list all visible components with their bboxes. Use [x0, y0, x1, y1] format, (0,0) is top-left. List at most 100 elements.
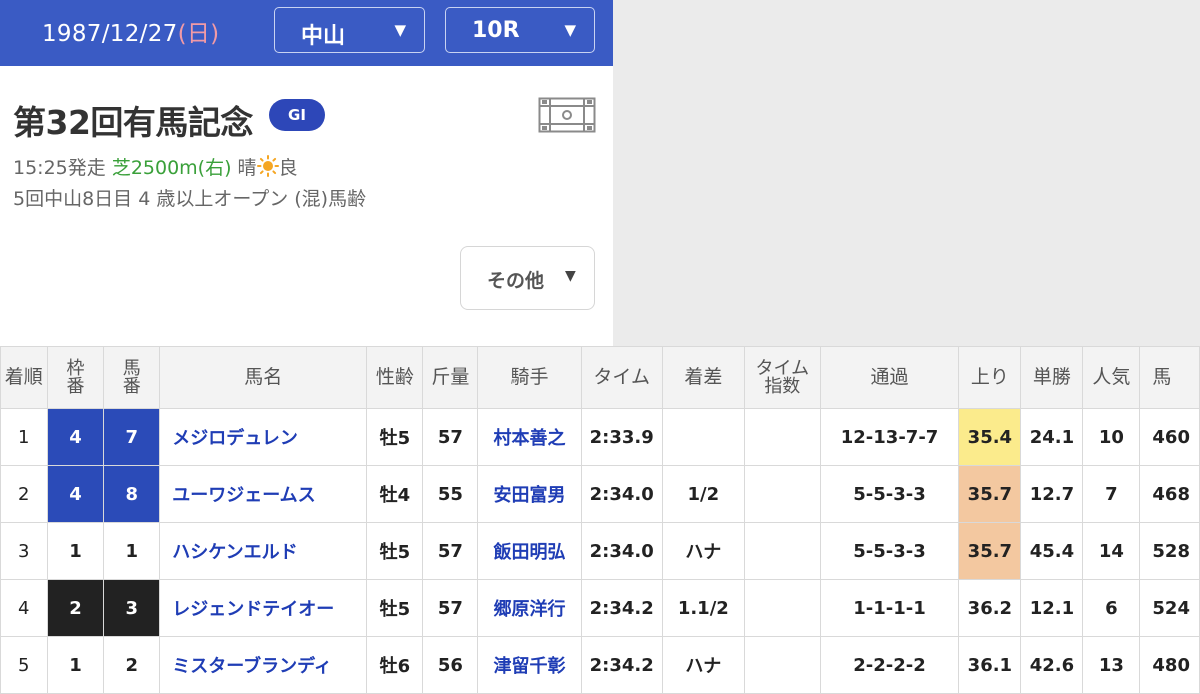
jockey-link[interactable]: 飯田明弘	[477, 522, 582, 580]
venue-value: 中山	[301, 24, 346, 49]
race-selector-bar: 1987/12/27(日) 中山 ▼ 10R ▼	[0, 0, 613, 66]
meeting-info: 5回中山8日目 4 歳以上オープン (混)馬齢	[13, 188, 367, 210]
chevron-down-icon: ▼	[565, 268, 576, 284]
horse-name-link[interactable]: メジロデュレン	[159, 408, 368, 466]
horse-name-link[interactable]: レジェンドテイオー	[159, 579, 368, 637]
rank-cell: 3	[0, 522, 48, 580]
weight-cell: 57	[422, 579, 479, 637]
body-weight-cell: 528	[1139, 522, 1200, 580]
results-table: 着順 枠番 馬番 馬名 性齢 斤量 騎手 タイム 着差 タイム 指数 通過 上り …	[0, 346, 1200, 694]
umaban-cell: 2	[103, 636, 161, 694]
weight-cell: 57	[422, 522, 479, 580]
jockey-link[interactable]: 安田富男	[477, 465, 582, 523]
passing-cell: 12-13-7-7	[819, 408, 960, 466]
grade-badge: GI	[269, 99, 325, 131]
odds-cell: 12.1	[1020, 579, 1084, 637]
waku-cell: 1	[46, 522, 105, 580]
passing-cell: 5-5-3-3	[819, 465, 960, 523]
race-number-select[interactable]: 10R ▼	[445, 7, 595, 53]
col-waku[interactable]: 枠番	[46, 346, 105, 409]
col-umaban[interactable]: 馬番	[103, 346, 161, 409]
time-cell: 2:34.2	[580, 579, 663, 637]
passing-cell: 1-1-1-1	[819, 579, 960, 637]
odds-cell: 12.7	[1020, 465, 1084, 523]
margin-cell	[661, 408, 745, 466]
time-cell: 2:34.0	[580, 465, 663, 523]
table-row[interactable]: 4 2 3 レジェンドテイオー 牡5 57 郷原洋行 2:34.2 1.1/2 1-1-1-1 36…	[0, 579, 1200, 637]
col-passing[interactable]: 通過	[819, 346, 960, 409]
rank-cell: 4	[0, 579, 48, 637]
other-menu-button[interactable]: その他 ▼	[460, 246, 595, 310]
margin-cell: ハナ	[661, 636, 745, 694]
col-weight[interactable]: 斤量	[422, 346, 479, 409]
venue-select[interactable]: 中山 ▼	[274, 7, 425, 53]
umaban-cell: 3	[103, 579, 161, 637]
rank-cell: 1	[0, 408, 48, 466]
col-popularity[interactable]: 人気	[1082, 346, 1141, 409]
odds-cell: 24.1	[1020, 408, 1084, 466]
sex-age-cell: 牡5	[366, 408, 424, 466]
last3f-cell: 35.7	[958, 465, 1022, 523]
chevron-down-icon: ▼	[394, 21, 406, 39]
time-index-cell	[743, 579, 821, 637]
race-number-value: 10R	[472, 18, 520, 43]
col-last3f[interactable]: 上り	[958, 346, 1022, 409]
margin-cell: ハナ	[661, 522, 745, 580]
col-horse[interactable]: 馬名	[159, 346, 368, 409]
jockey-link[interactable]: 村本善之	[477, 408, 582, 466]
sex-age-cell: 牡4	[366, 465, 424, 523]
race-conditions: 15:25発走 芝2500m(右) 晴 良	[13, 153, 298, 180]
horse-name-link[interactable]: ミスターブランディ	[159, 636, 368, 694]
margin-cell: 1/2	[661, 465, 745, 523]
table-row[interactable]: 5 1 2 ミスターブランディ 牡6 56 津留千彰 2:34.2 ハナ 2-2-2-2 36.1 4…	[0, 636, 1200, 694]
table-row[interactable]: 3 1 1 ハシケンエルド 牡5 57 飯田明弘 2:34.0 ハナ 5-5-3-3 35.7 45.…	[0, 522, 1200, 580]
going: 良	[278, 157, 298, 179]
table-row[interactable]: 1 4 7 メジロデュレン 牡5 57 村本善之 2:33.9 12-13-7-7 35.4 24.…	[0, 408, 1200, 466]
race-title: 第32回有馬記念	[13, 103, 253, 142]
rank-cell: 5	[0, 636, 48, 694]
rank-cell: 2	[0, 465, 48, 523]
waku-cell: 1	[46, 636, 105, 694]
col-time[interactable]: タイム	[580, 346, 663, 409]
time-cell: 2:34.2	[580, 636, 663, 694]
horse-name-link[interactable]: ハシケンエルド	[159, 522, 368, 580]
weight-cell: 56	[422, 636, 479, 694]
last3f-cell: 36.1	[958, 636, 1022, 694]
odds-cell: 42.6	[1020, 636, 1084, 694]
sex-age-cell: 牡6	[366, 636, 424, 694]
start-time: 15:25発走	[13, 157, 106, 179]
weight-cell: 57	[422, 408, 479, 466]
col-odds[interactable]: 単勝	[1020, 346, 1084, 409]
waku-cell: 4	[46, 408, 105, 466]
sex-age-cell: 牡5	[366, 579, 424, 637]
time-index-cell	[743, 465, 821, 523]
sex-age-cell: 牡5	[366, 522, 424, 580]
col-jockey[interactable]: 騎手	[477, 346, 582, 409]
body-weight-cell: 460	[1139, 408, 1200, 466]
time-cell: 2:33.9	[580, 408, 663, 466]
date-text: 1987/12/27	[42, 21, 178, 47]
waku-cell: 4	[46, 465, 105, 523]
col-time-index[interactable]: タイム 指数	[743, 346, 821, 409]
popularity-cell: 13	[1082, 636, 1141, 694]
passing-cell: 2-2-2-2	[819, 636, 960, 694]
film-icon[interactable]	[538, 97, 596, 133]
weight-cell: 55	[422, 465, 479, 523]
jockey-link[interactable]: 郷原洋行	[477, 579, 582, 637]
popularity-cell: 6	[1082, 579, 1141, 637]
horse-name-link[interactable]: ユーワジェームス	[159, 465, 368, 523]
last3f-cell: 35.4	[958, 408, 1022, 466]
body-weight-cell: 524	[1139, 579, 1200, 637]
day-of-week: (日)	[177, 21, 220, 47]
col-rank[interactable]: 着順	[0, 346, 48, 409]
jockey-link[interactable]: 津留千彰	[477, 636, 582, 694]
odds-cell: 45.4	[1020, 522, 1084, 580]
col-sex-age[interactable]: 性齢	[366, 346, 424, 409]
popularity-cell: 10	[1082, 408, 1141, 466]
table-row[interactable]: 2 4 8 ユーワジェームス 牡4 55 安田富男 2:34.0 1/2 5-5-3-3 35.7 1…	[0, 465, 1200, 523]
col-body-weight[interactable]: 馬	[1139, 346, 1200, 409]
col-margin[interactable]: 着差	[661, 346, 745, 409]
umaban-cell: 1	[103, 522, 161, 580]
time-cell: 2:34.0	[580, 522, 663, 580]
table-header-row: 着順 枠番 馬番 馬名 性齢 斤量 騎手 タイム 着差 タイム 指数 通過 上り …	[0, 346, 1200, 409]
